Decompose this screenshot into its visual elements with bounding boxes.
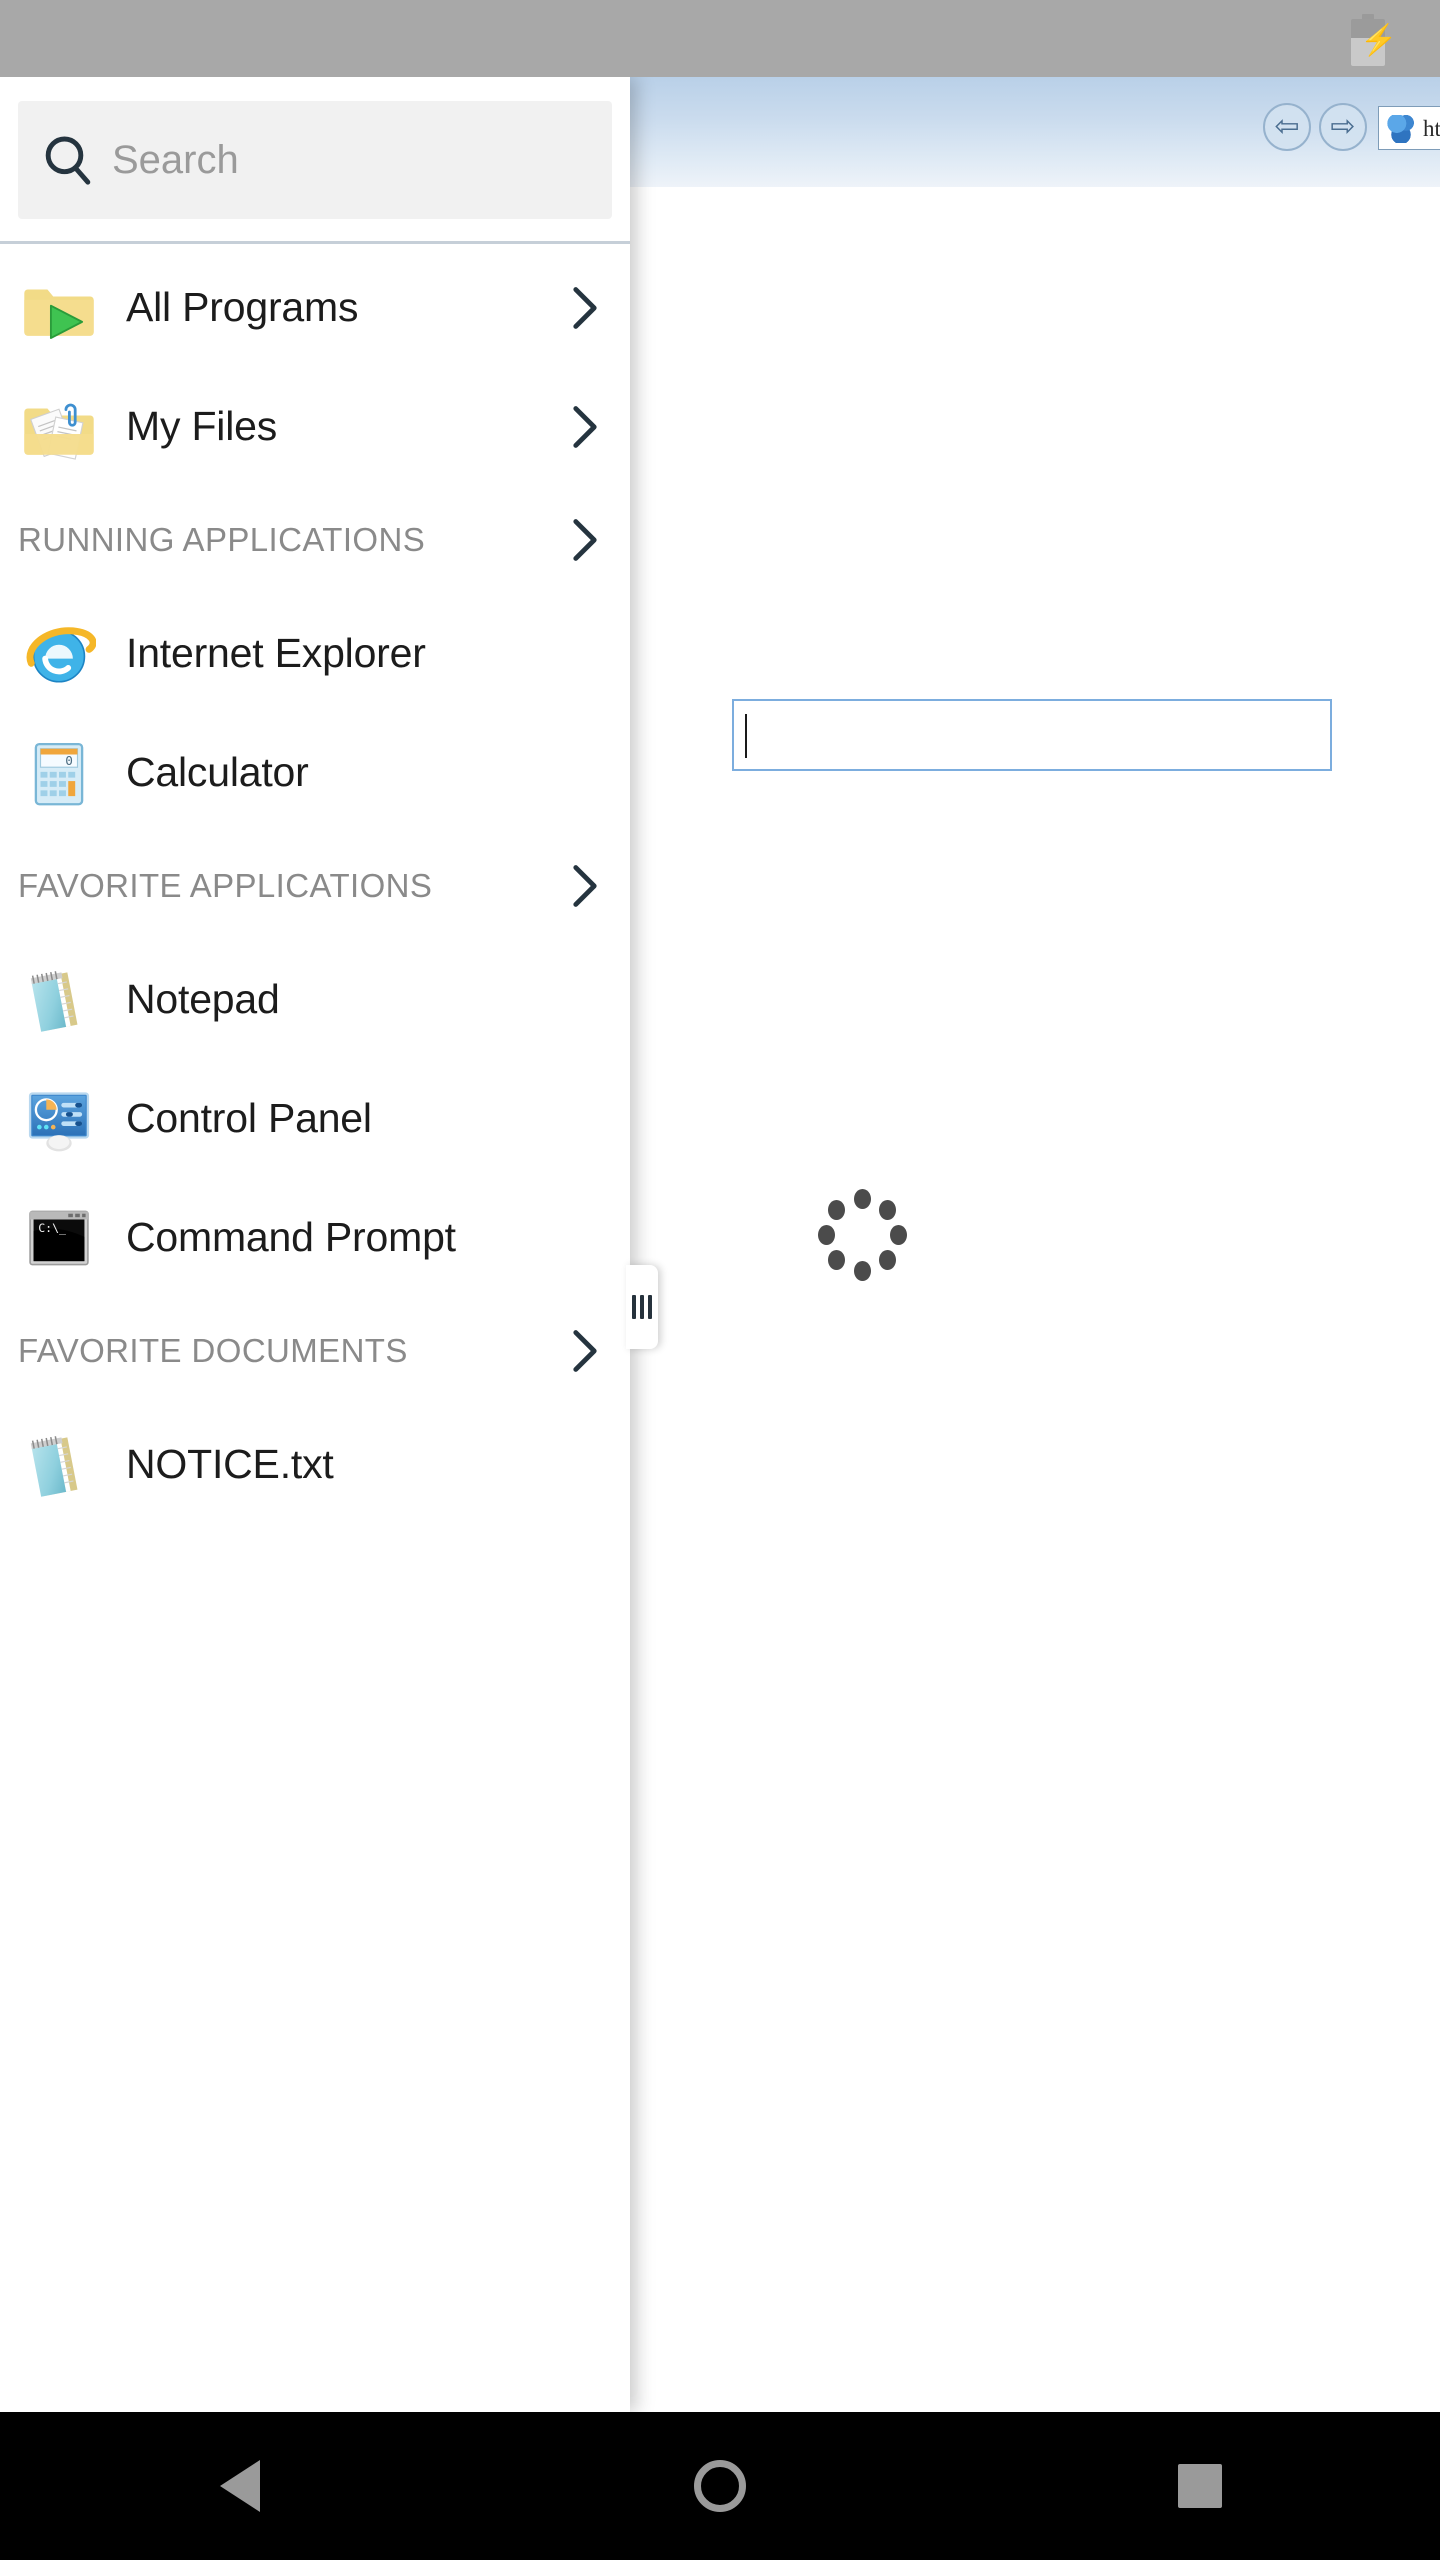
section-header-favorite-applications[interactable]: FAVORITE APPLICATIONS xyxy=(0,832,630,940)
drawer-grip-handle-icon[interactable] xyxy=(626,1265,658,1349)
grip-lines xyxy=(632,1295,652,1319)
menu-item-notice-txt[interactable]: NOTICE.txt xyxy=(0,1405,630,1524)
page-text-input[interactable] xyxy=(732,699,1332,771)
spinner-dot xyxy=(889,1225,907,1245)
screen-root: ⇦ ⇨ http://www.baidu.co xyxy=(0,0,1440,2560)
android-status-bar: ⚡ xyxy=(0,0,1440,77)
folder-programs-icon xyxy=(22,271,96,345)
menu-item-label: NOTICE.txt xyxy=(126,1441,334,1487)
chevron-right-icon[interactable] xyxy=(570,862,600,910)
menu-item-all-programs[interactable]: All Programs xyxy=(0,248,630,367)
search-placeholder: Search xyxy=(112,137,239,182)
back-triangle xyxy=(220,2460,260,2512)
section-title: FAVORITE DOCUMENTS xyxy=(18,1332,408,1369)
spinner-dot xyxy=(878,1199,896,1220)
menu-item-internet-explorer[interactable]: Internet Explorer xyxy=(0,594,630,713)
section-title: FAVORITE APPLICATIONS xyxy=(18,867,433,904)
spinner-dot xyxy=(853,1261,871,1281)
calculator-icon: 0 xyxy=(22,736,96,810)
battery-charging-icon: ⚡ xyxy=(1351,14,1397,66)
start-menu-drawer: Search All Programs My Files RUNNING APP… xyxy=(0,77,630,2412)
address-bar[interactable]: http://www.baidu.co xyxy=(1378,106,1440,150)
menu-list: All Programs My Files RUNNING APPLICATIO… xyxy=(0,244,630,1524)
address-bar-text: http://www.baidu.co xyxy=(1423,116,1440,141)
android-home-icon[interactable] xyxy=(480,2412,960,2560)
text-caret xyxy=(745,714,747,758)
notepad-icon xyxy=(22,963,96,1037)
browser-toolbar: ⇦ ⇨ http://www.baidu.co xyxy=(630,77,1440,187)
notepad-document-icon xyxy=(22,1428,96,1502)
home-circle xyxy=(694,2460,746,2512)
menu-item-label: My Files xyxy=(126,403,278,449)
android-nav-bar xyxy=(0,2412,1440,2560)
menu-item-command-prompt[interactable]: C:\_ Command Prompt xyxy=(0,1178,630,1297)
chevron-right-icon[interactable] xyxy=(570,516,600,564)
spinner-dot xyxy=(878,1250,896,1271)
command-prompt-icon: C:\_ xyxy=(22,1201,96,1275)
spinner-dot xyxy=(828,1199,846,1220)
menu-item-my-files[interactable]: My Files xyxy=(0,367,630,486)
loading-spinner-icon xyxy=(816,1189,908,1281)
section-header-running-applications[interactable]: RUNNING APPLICATIONS xyxy=(0,486,630,594)
chevron-right-icon[interactable] xyxy=(570,284,600,332)
search-container: Search xyxy=(0,77,630,241)
chevron-right-icon[interactable] xyxy=(570,1327,600,1375)
svg-text:C:\_: C:\_ xyxy=(38,1221,66,1235)
menu-item-label: Notepad xyxy=(126,976,280,1022)
baidu-paw-icon xyxy=(1387,115,1415,143)
menu-item-label: Command Prompt xyxy=(126,1214,456,1260)
menu-item-control-panel[interactable]: Control Panel xyxy=(0,1059,630,1178)
search-icon xyxy=(40,132,96,188)
menu-item-notepad[interactable]: Notepad xyxy=(0,940,630,1059)
spinner-dot xyxy=(828,1250,846,1271)
section-title: RUNNING APPLICATIONS xyxy=(18,521,426,558)
browser-page-content xyxy=(630,187,1440,2412)
spinner-dot xyxy=(817,1225,835,1245)
spinner-dot xyxy=(853,1189,871,1209)
svg-text:0: 0 xyxy=(65,752,73,767)
back-arrow-icon[interactable]: ⇦ xyxy=(1263,103,1311,151)
folder-documents-icon xyxy=(22,390,96,464)
menu-item-label: Internet Explorer xyxy=(126,630,426,676)
charging-bolt-icon: ⚡ xyxy=(1360,26,1397,56)
internet-explorer-icon xyxy=(22,617,96,691)
control-panel-icon xyxy=(22,1082,96,1156)
forward-arrow-icon[interactable]: ⇨ xyxy=(1319,103,1367,151)
chevron-right-icon[interactable] xyxy=(570,403,600,451)
search-input[interactable]: Search xyxy=(18,101,612,219)
android-recents-icon[interactable] xyxy=(960,2412,1440,2560)
recents-square xyxy=(1178,2464,1222,2508)
menu-item-label: All Programs xyxy=(126,284,359,330)
menu-item-calculator[interactable]: 0 Calculator xyxy=(0,713,630,832)
section-header-favorite-documents[interactable]: FAVORITE DOCUMENTS xyxy=(0,1297,630,1405)
menu-item-label: Calculator xyxy=(126,749,309,795)
menu-item-label: Control Panel xyxy=(126,1095,372,1141)
android-back-icon[interactable] xyxy=(0,2412,480,2560)
